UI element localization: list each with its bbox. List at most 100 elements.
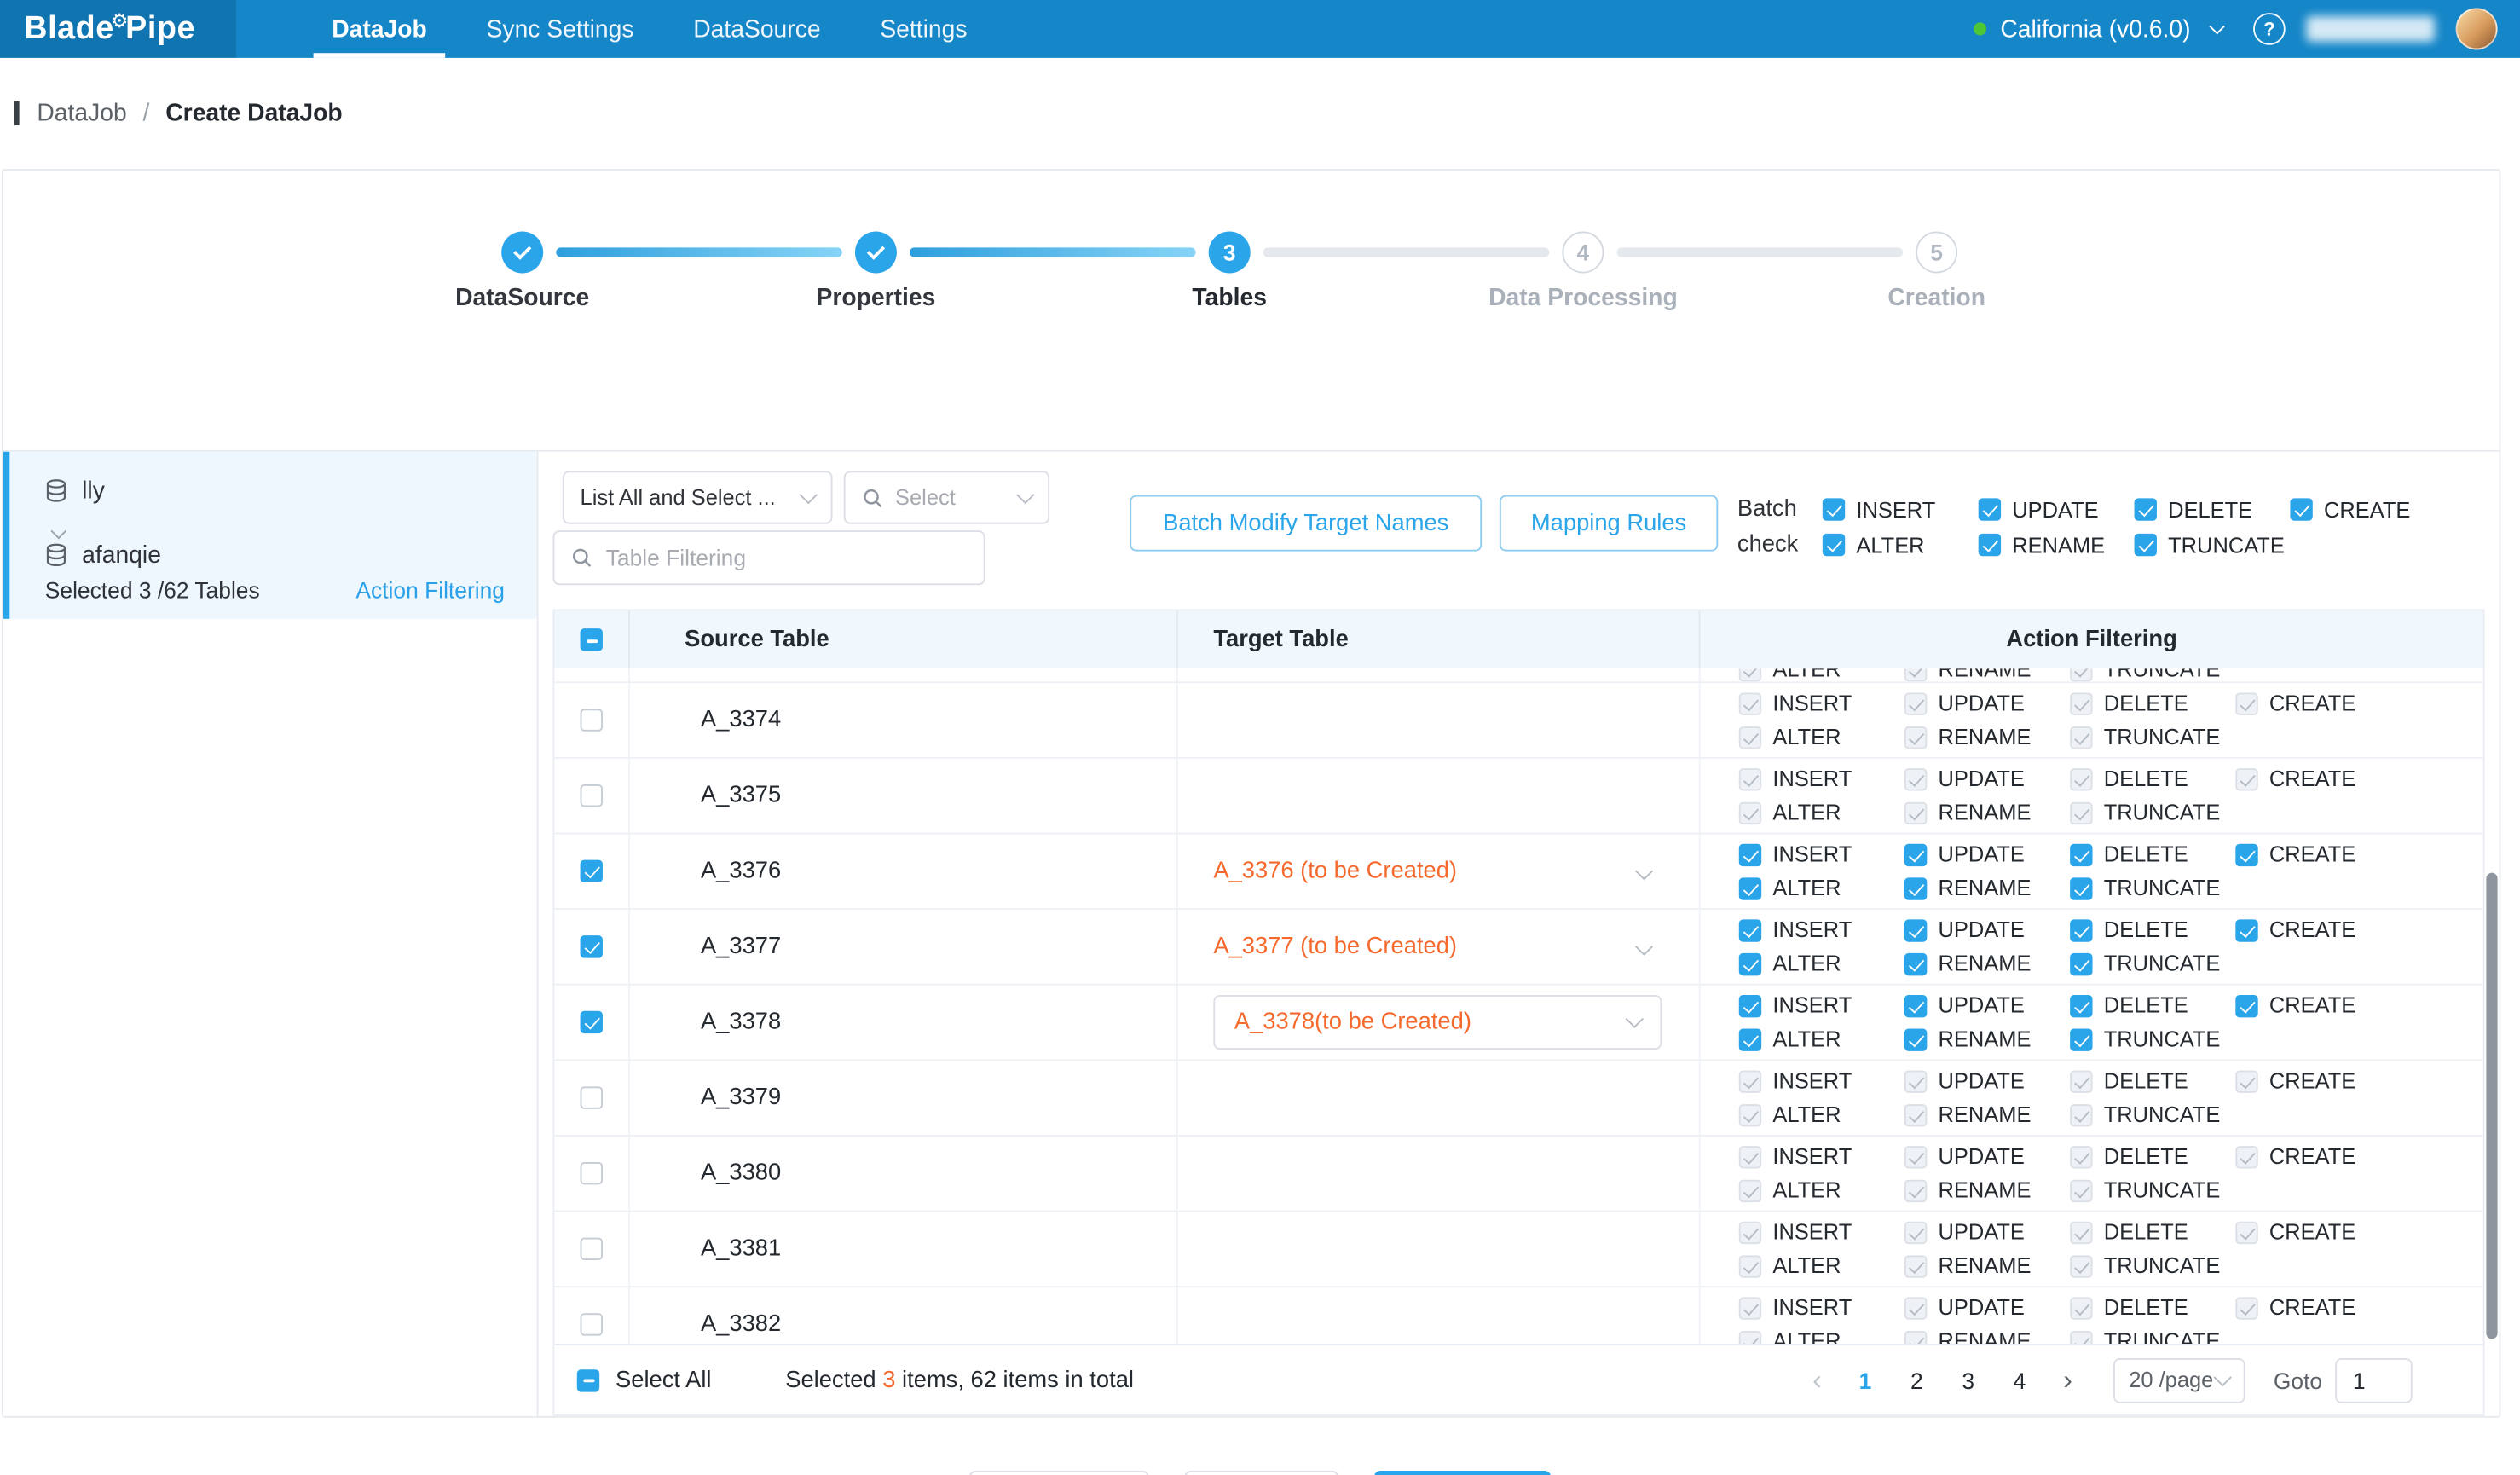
- batch-check-grid: INSERTUPDATEDELETECREATE ALTERRENAMETRUN…: [1823, 492, 2446, 563]
- row-select-checkbox[interactable]: [581, 1238, 603, 1260]
- batch-action-checkbox-delete[interactable]: [2135, 498, 2157, 520]
- page-size-select[interactable]: 20 /page: [2113, 1357, 2245, 1403]
- table-row: A_3379INSERTUPDATEDELETECREATEALTERRENAM…: [554, 1059, 2482, 1135]
- action-checkbox-rename[interactable]: [1904, 952, 1927, 975]
- breadcrumb-parent[interactable]: DataJob: [37, 100, 126, 127]
- select-all-footer-checkbox[interactable]: [577, 1368, 599, 1391]
- batch-action-rename: RENAME: [1979, 533, 2135, 557]
- action-label: ALTER: [1772, 725, 1841, 749]
- batch-action-checkbox-alter[interactable]: [1823, 534, 1845, 556]
- chevron-down-icon[interactable]: [2209, 18, 2225, 34]
- step-check-icon: [855, 231, 897, 273]
- action-checkbox-insert[interactable]: [1739, 843, 1761, 865]
- page-4[interactable]: 4: [1997, 1357, 2043, 1403]
- source-table-cell: A_3375: [630, 759, 1178, 833]
- page-1[interactable]: 1: [1843, 1357, 1888, 1403]
- prev-page-icon[interactable]: ‹: [1795, 1357, 1840, 1403]
- action-checkbox-rename[interactable]: [1904, 876, 1927, 899]
- check-icon: [513, 241, 531, 259]
- target-table-name: A_3378(to be Created): [1234, 1009, 1471, 1035]
- action-checkbox-truncate[interactable]: [2070, 952, 2092, 975]
- batch-modify-target-names-button[interactable]: Batch Modify Target Names: [1130, 495, 1482, 552]
- scrollbar-thumb[interactable]: [2486, 873, 2497, 1339]
- list-mode-value: List All and Select ...: [581, 485, 793, 509]
- tables-panel: List All and Select ... Select Batch Mod…: [539, 452, 2500, 1416]
- page-3[interactable]: 3: [1945, 1357, 1991, 1403]
- action-checkbox-update[interactable]: [1904, 918, 1927, 940]
- datasource-pair-item[interactable]: lly afanqie Selected 3 /62 Tables Action…: [3, 452, 537, 619]
- action-checkbox-update[interactable]: [1904, 994, 1927, 1016]
- action-checkbox-insert: [1739, 1070, 1761, 1092]
- action-checkbox-update: [1904, 767, 1927, 790]
- row-select-checkbox[interactable]: [581, 1313, 603, 1335]
- nav-item-datajob[interactable]: DataJob: [314, 0, 444, 58]
- selected-accent-bar: [3, 452, 10, 619]
- action-checkbox-create[interactable]: [2235, 843, 2257, 865]
- region-label[interactable]: California (v0.6.0): [2000, 15, 2190, 43]
- row-select-checkbox[interactable]: [581, 1086, 603, 1108]
- action-checkbox-insert[interactable]: [1739, 918, 1761, 940]
- goto-label: Goto: [2274, 1367, 2322, 1392]
- action-line-1: INSERTUPDATEDELETECREATE: [1739, 988, 2402, 1022]
- previous-button[interactable]: Previous: [1184, 1471, 1339, 1475]
- action-checkbox-delete[interactable]: [2070, 994, 2092, 1016]
- next-page-icon[interactable]: ›: [2045, 1357, 2090, 1403]
- table-row: A_3378A_3378(to be Created)INSERTUPDATED…: [554, 984, 2482, 1060]
- row-select-checkbox[interactable]: [581, 1162, 603, 1184]
- action-checkbox-delete[interactable]: [2070, 918, 2092, 940]
- action-truncate: TRUNCATE: [2070, 725, 2235, 749]
- mapping-rules-button[interactable]: Mapping Rules: [1500, 495, 1718, 552]
- action-checkbox-create[interactable]: [2235, 994, 2257, 1016]
- batch-action-checkbox-rename[interactable]: [1979, 534, 2001, 556]
- action-truncate: TRUNCATE: [2070, 668, 2235, 681]
- chevron-down-icon[interactable]: [1635, 938, 1653, 956]
- batch-action-checkbox-update[interactable]: [1979, 498, 2001, 520]
- action-checkbox-truncate: [2070, 1103, 2092, 1125]
- action-label: TRUNCATE: [2104, 952, 2221, 975]
- batch-action-checkbox-insert[interactable]: [1823, 498, 1845, 520]
- select-all-checkbox[interactable]: [581, 628, 603, 651]
- avatar[interactable]: [2456, 8, 2498, 49]
- action-checkbox-update[interactable]: [1904, 843, 1927, 865]
- action-label: INSERT: [1772, 766, 1852, 790]
- logo[interactable]: Blade⚙Pipe: [0, 0, 237, 58]
- nav-item-settings[interactable]: Settings: [863, 0, 985, 58]
- batch-action-delete: DELETE: [2135, 497, 2291, 521]
- row-select-checkbox[interactable]: [581, 860, 603, 882]
- action-line-1: INSERTUPDATEDELETECREATE: [1739, 1215, 2402, 1249]
- select-dropdown[interactable]: Select: [844, 471, 1049, 523]
- row-select-checkbox[interactable]: [581, 784, 603, 807]
- action-line-2: ALTERRENAMETRUNCATE: [1739, 1173, 2402, 1207]
- refresh-button[interactable]: Refresh: [969, 1471, 1149, 1475]
- next-step-button[interactable]: Next Step: [1374, 1471, 1551, 1475]
- select-all-label: Select All: [616, 1367, 711, 1392]
- target-table-name[interactable]: A_3376 (to be Created): [1213, 859, 1457, 884]
- action-checkbox-truncate[interactable]: [2070, 876, 2092, 899]
- action-checkbox-truncate[interactable]: [2070, 1028, 2092, 1050]
- target-table-select[interactable]: A_3378(to be Created): [1213, 995, 1662, 1050]
- action-checkbox-rename: [1904, 1254, 1927, 1276]
- action-filtering-link[interactable]: Action Filtering: [355, 577, 505, 603]
- action-checkbox-alter[interactable]: [1739, 1028, 1761, 1050]
- action-checkbox-alter[interactable]: [1739, 876, 1761, 899]
- action-checkbox-alter[interactable]: [1739, 952, 1761, 975]
- nav-item-sync-settings[interactable]: Sync Settings: [469, 0, 651, 58]
- table-filter-input[interactable]: [606, 545, 968, 570]
- action-checkbox-create[interactable]: [2235, 918, 2257, 940]
- nav-item-datasource[interactable]: DataSource: [675, 0, 838, 58]
- goto-page-input[interactable]: [2335, 1357, 2412, 1403]
- batch-action-checkbox-create[interactable]: [2290, 498, 2312, 520]
- batch-action-checkbox-truncate[interactable]: [2135, 534, 2157, 556]
- chevron-down-icon[interactable]: [1635, 862, 1653, 880]
- action-checkbox-insert[interactable]: [1739, 994, 1761, 1016]
- target-table-name[interactable]: A_3377 (to be Created): [1213, 934, 1457, 959]
- row-select-checkbox[interactable]: [581, 709, 603, 731]
- action-checkbox-delete[interactable]: [2070, 843, 2092, 865]
- help-icon[interactable]: ?: [2253, 13, 2286, 45]
- page-2[interactable]: 2: [1894, 1357, 1939, 1403]
- action-checkbox-rename[interactable]: [1904, 1028, 1927, 1050]
- action-label: RENAME: [1939, 725, 2032, 749]
- row-select-checkbox[interactable]: [581, 1011, 603, 1033]
- row-select-checkbox[interactable]: [581, 935, 603, 957]
- list-mode-dropdown[interactable]: List All and Select ...: [563, 471, 833, 523]
